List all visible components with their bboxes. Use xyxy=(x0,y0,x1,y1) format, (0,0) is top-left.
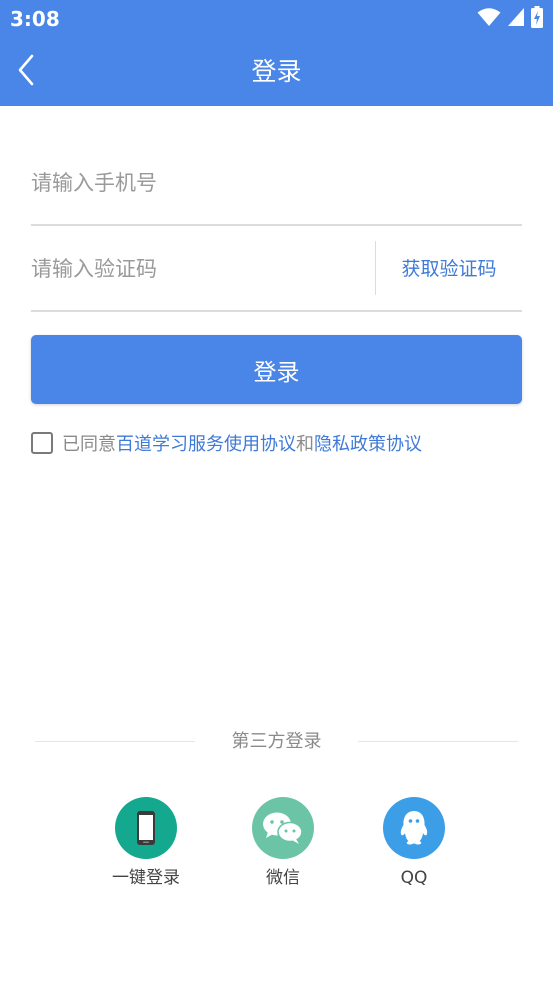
agreement-row: 已同意 百道学习服务使用协议和隐私政策协议 xyxy=(31,431,422,455)
status-icons xyxy=(477,6,543,32)
battery-icon xyxy=(531,6,543,32)
qq-icon xyxy=(383,797,445,859)
qq-login-label: QQ xyxy=(400,868,428,888)
wechat-login-label: 微信 xyxy=(266,868,300,888)
wechat-icon xyxy=(252,797,314,859)
third-party-separator-right xyxy=(358,741,518,742)
agreement-prefix: 已同意 xyxy=(62,434,116,455)
one-click-login-button[interactable]: 一键登录 xyxy=(91,797,201,889)
agreement-and: 和 xyxy=(296,434,314,455)
phone-icon xyxy=(115,797,177,859)
code-underline xyxy=(31,310,522,312)
third-party-separator-left xyxy=(35,741,195,742)
phone-underline xyxy=(31,224,522,226)
wechat-login-button[interactable]: 微信 xyxy=(228,797,338,889)
privacy-link[interactable]: 隐私政策协议 xyxy=(314,430,422,456)
phone-input[interactable] xyxy=(31,163,521,203)
qq-login-button[interactable]: QQ xyxy=(359,797,469,889)
terms-link[interactable]: 百道学习服务使用协议 xyxy=(116,430,296,456)
login-button[interactable]: 登录 xyxy=(31,335,522,404)
agreement-checkbox[interactable] xyxy=(31,432,53,454)
signal-icon xyxy=(507,7,525,31)
status-time: 3:08 xyxy=(10,7,60,31)
third-party-title: 第三方登录 xyxy=(231,731,322,752)
verification-code-input[interactable] xyxy=(31,249,361,289)
page-title: 登录 xyxy=(251,57,302,86)
wifi-icon xyxy=(477,7,501,31)
one-click-login-label: 一键登录 xyxy=(112,868,180,888)
header-bar: 3:08 登录 xyxy=(0,0,553,106)
get-code-button[interactable]: 获取验证码 xyxy=(376,249,522,289)
